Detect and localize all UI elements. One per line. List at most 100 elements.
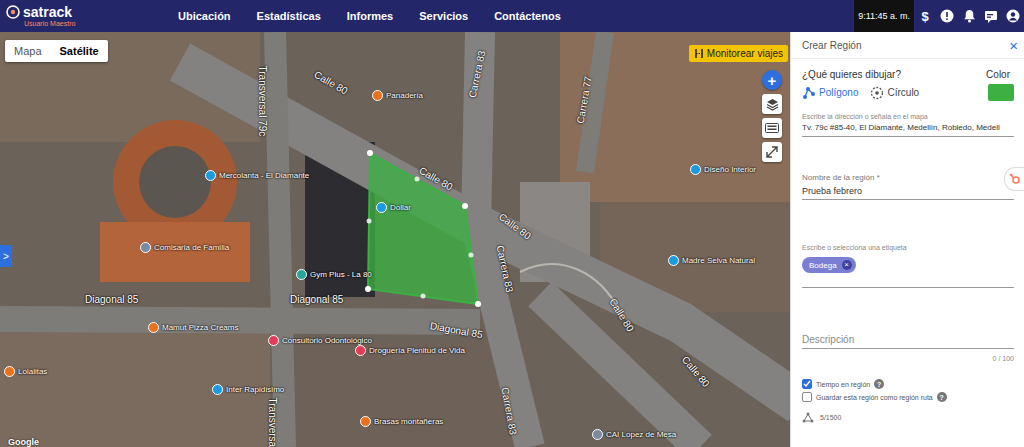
place-name: Gym Plus - La 80 bbox=[310, 270, 372, 279]
place-pin-icon bbox=[140, 242, 151, 253]
name-label: Nombre de la región * bbox=[802, 173, 1014, 182]
fullscreen-icon[interactable] bbox=[762, 142, 782, 162]
chat-widget-icon[interactable] bbox=[1004, 167, 1024, 191]
place-name: Droguería Plenitud de Vida bbox=[369, 346, 465, 355]
draw-question: ¿Qué quieres dibujar? bbox=[802, 69, 901, 80]
address-label: Escribe la dirección o señala en el mapa bbox=[802, 113, 1014, 120]
app: satrackUsuario Maestro Ubicación Estadísti… bbox=[0, 0, 1024, 447]
place-marker[interactable]: Dollar bbox=[376, 202, 411, 213]
help-icon[interactable]: ? bbox=[937, 392, 947, 402]
place-name: Mercolanta - El Diamante bbox=[219, 171, 309, 180]
place-pin-icon bbox=[355, 345, 366, 356]
tag-field[interactable]: Bodega× bbox=[802, 251, 1014, 288]
nav-menu: Ubicación Estadísticas Informes Servicios Co… bbox=[178, 10, 854, 22]
help-icon[interactable]: ? bbox=[874, 379, 884, 389]
logo[interactable]: satrackUsuario Maestro bbox=[6, 5, 156, 27]
panel-header: Crear Región× bbox=[791, 32, 1024, 59]
place-marker[interactable]: Brasas montañeras bbox=[360, 416, 443, 427]
monitor-trips-button[interactable]: Monitorear viajes bbox=[689, 45, 788, 62]
option-row[interactable]: Tiempo en región? bbox=[802, 379, 1014, 389]
checkbox[interactable] bbox=[802, 379, 812, 389]
satrack-logo-icon bbox=[6, 5, 20, 19]
user-icon[interactable] bbox=[1002, 9, 1024, 23]
option-label: Tiempo en región bbox=[816, 381, 870, 388]
place-marker[interactable]: Panadería bbox=[372, 90, 423, 101]
name-field[interactable]: Prueba febrero bbox=[802, 182, 1014, 200]
alert-icon[interactable] bbox=[936, 9, 958, 23]
user-role: Usuario Maestro bbox=[24, 20, 156, 27]
place-pin-icon bbox=[205, 170, 216, 181]
place-marker[interactable]: Inter Rapidísimo bbox=[212, 384, 284, 395]
route-icon bbox=[694, 48, 704, 59]
color-swatch[interactable] bbox=[988, 84, 1014, 101]
circle-icon bbox=[870, 86, 884, 100]
place-name: Mamut Pizza Creams bbox=[162, 323, 238, 332]
place-marker[interactable]: Consultorio Odontológico bbox=[268, 335, 372, 346]
place-marker[interactable]: Comisaria de Familia bbox=[140, 242, 229, 253]
option-label: Guardar esta región como región ruta bbox=[816, 394, 933, 401]
map[interactable]: Calle 80Calle 80Calle 80Calle 80Calle 80… bbox=[0, 32, 790, 447]
nav-item[interactable]: Informes bbox=[347, 10, 393, 22]
points-count: 5/1500 bbox=[802, 412, 1014, 423]
place-pin-icon bbox=[668, 255, 679, 266]
street-label: Transversal 79c bbox=[257, 66, 268, 137]
place-pin-icon bbox=[372, 90, 383, 101]
address-field[interactable]: Tv. 79c #85-40, El Diamante, Medellín, R… bbox=[802, 120, 1014, 137]
place-name: Dollar bbox=[390, 203, 411, 212]
description-field[interactable]: Descripción bbox=[802, 334, 1014, 349]
remove-tag-button[interactable]: × bbox=[842, 260, 852, 270]
place-marker[interactable]: Lolalitas bbox=[4, 366, 47, 377]
map-type-toggle: MapaSatélite bbox=[5, 40, 108, 62]
street-label: Diagonal 85 bbox=[85, 294, 138, 305]
nav-item[interactable]: Contáctenos bbox=[494, 10, 561, 22]
bell-icon[interactable] bbox=[958, 9, 980, 23]
place-marker[interactable]: CAI Lopez de Mesa bbox=[592, 429, 676, 440]
place-name: Inter Rapidísimo bbox=[226, 385, 284, 394]
create-region-panel: Crear Región× ¿Qué quieres dibujar? Color P… bbox=[790, 32, 1024, 447]
checkbox[interactable] bbox=[802, 392, 812, 402]
place-marker[interactable]: Diseño Interior bbox=[690, 164, 756, 175]
color-label: Color bbox=[986, 69, 1010, 80]
shape-option[interactable]: Círculo bbox=[870, 86, 919, 100]
place-pin-icon bbox=[592, 429, 603, 440]
street-label: Diagonal 85 bbox=[290, 294, 343, 305]
nav-item[interactable]: Estadísticas bbox=[257, 10, 321, 22]
place-name: Madre Selva Natural bbox=[682, 256, 755, 265]
place-name: Consultorio Odontológico bbox=[282, 336, 372, 345]
monitor-trips-label: Monitorear viajes bbox=[707, 48, 783, 59]
place-name: Diseño Interior bbox=[704, 165, 756, 174]
place-name: Brasas montañeras bbox=[374, 417, 443, 426]
place-marker[interactable]: Mercolanta - El Diamante bbox=[205, 170, 309, 181]
close-button[interactable]: × bbox=[1009, 38, 1018, 53]
place-pin-icon bbox=[360, 416, 371, 427]
map-tools: + bbox=[762, 70, 782, 162]
place-pin-icon bbox=[268, 335, 279, 346]
tag-chip[interactable]: Bodega× bbox=[802, 257, 856, 273]
place-name: Lolalitas bbox=[18, 367, 47, 376]
top-bar: satrackUsuario Maestro Ubicación Estadísti… bbox=[0, 0, 1024, 32]
map-type-button[interactable]: Mapa bbox=[5, 40, 51, 62]
keyboard-icon[interactable] bbox=[762, 118, 782, 138]
shape-option[interactable]: Polígono bbox=[802, 86, 858, 100]
description-counter: 0 / 100 bbox=[802, 355, 1014, 362]
side-panel-tab[interactable]: > bbox=[0, 245, 12, 267]
shape-label: Círculo bbox=[887, 87, 919, 98]
layers-icon[interactable] bbox=[762, 94, 782, 114]
nav-item[interactable]: Ubicación bbox=[178, 10, 231, 22]
place-pin-icon bbox=[376, 202, 387, 213]
map-type-button[interactable]: Satélite bbox=[51, 40, 108, 62]
street-label: Transversal 79C bbox=[267, 398, 278, 447]
place-pin-icon bbox=[212, 384, 223, 395]
place-marker[interactable]: Gym Plus - La 80 bbox=[296, 269, 372, 280]
option-row[interactable]: Guardar esta región como región ruta? bbox=[802, 392, 1014, 402]
vertices-icon bbox=[802, 412, 814, 423]
nav-item[interactable]: Servicios bbox=[419, 10, 468, 22]
add-button[interactable]: + bbox=[762, 70, 782, 90]
shape-options: Polígono Círculo bbox=[802, 86, 919, 100]
message-icon[interactable] bbox=[980, 10, 1002, 23]
billing-icon[interactable]: $ bbox=[914, 9, 936, 24]
place-marker[interactable]: Droguería Plenitud de Vida bbox=[355, 345, 465, 356]
place-pin-icon bbox=[4, 366, 15, 377]
place-marker[interactable]: Mamut Pizza Creams bbox=[148, 322, 238, 333]
place-marker[interactable]: Madre Selva Natural bbox=[668, 255, 755, 266]
